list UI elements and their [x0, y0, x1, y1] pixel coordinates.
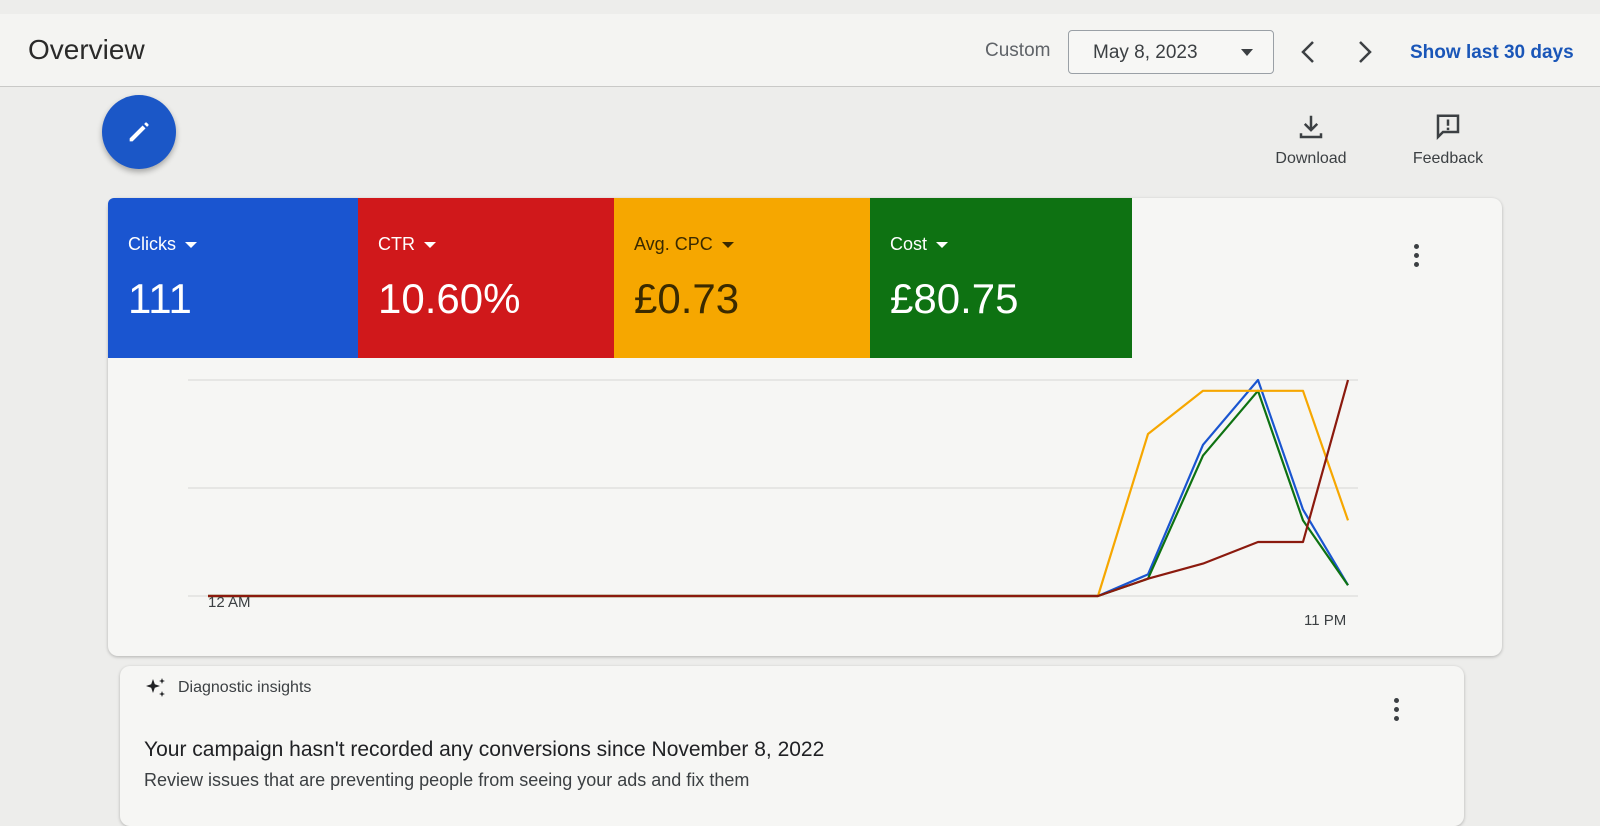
feedback-icon [1436, 114, 1460, 141]
metric-label: Clicks [128, 234, 176, 254]
pencil-icon [129, 122, 149, 142]
caret-down-icon [185, 241, 197, 248]
metric-value: 111 [128, 275, 192, 322]
sparkle-icon [146, 678, 165, 697]
series-line-2 [208, 389, 1350, 598]
download-icon [1299, 115, 1323, 139]
x-axis-label-start: 12 AM [208, 594, 251, 611]
metric-tile-cost[interactable]: Cost £80.75 [870, 198, 1132, 358]
metric-label: Avg. CPC [634, 234, 713, 254]
insight-subtitle[interactable]: Review issues that are preventing people… [144, 770, 749, 791]
caret-down-icon [936, 241, 949, 248]
chart-more-options-icon[interactable] [1414, 244, 1420, 271]
next-day-button[interactable] [1350, 34, 1380, 70]
x-axis-label-end: 11 PM [1304, 612, 1347, 629]
insights-more-options-icon[interactable] [1394, 698, 1400, 725]
line-chart [188, 378, 1358, 598]
edit-button[interactable] [102, 95, 176, 169]
date-picker-dropdown[interactable]: May 8, 2023 [1068, 30, 1274, 74]
series-line-1 [208, 389, 1349, 598]
caret-down-icon [721, 241, 734, 248]
diagnostic-insights-card: Diagnostic insights Your campaign hasn't… [120, 666, 1464, 826]
download-button[interactable]: Download [1261, 112, 1361, 168]
chevron-right-icon [1359, 41, 1372, 63]
top-bar: Overview Custom May 8, 2023 Show last 30… [0, 14, 1600, 87]
caret-down-icon [424, 241, 436, 248]
show-last-30-days-link[interactable]: Show last 30 days [1410, 42, 1574, 64]
metric-tile-clicks[interactable]: Clicks 111 [108, 198, 358, 358]
metric-tile-ctr[interactable]: CTR 10.60% [358, 198, 614, 358]
download-label: Download [1275, 150, 1347, 167]
previous-day-button[interactable] [1293, 34, 1323, 70]
chevron-left-icon [1301, 41, 1314, 63]
page-title: Overview [28, 34, 145, 65]
metric-label: Cost [890, 234, 928, 254]
metric-label: CTR [378, 234, 415, 254]
metric-value: £80.75 [890, 275, 1019, 322]
insights-header: Diagnostic insights [178, 679, 312, 696]
metric-tile-avg-cpc[interactable]: Avg. CPC £0.73 [614, 198, 870, 358]
feedback-label: Feedback [1412, 150, 1484, 167]
metric-value: £0.73 [634, 275, 740, 322]
feedback-button[interactable]: Feedback [1398, 112, 1498, 168]
performance-chart-card: Clicks 111 CTR 10.60% Avg. CPC £0.73 Cos… [108, 198, 1502, 656]
chevron-down-icon [1241, 49, 1253, 56]
date-value: May 8, 2023 [1093, 42, 1198, 63]
insight-title: Your campaign hasn't recorded any conver… [144, 738, 825, 761]
metric-value: 10.60% [378, 275, 521, 322]
custom-range-label: Custom [985, 40, 1051, 61]
